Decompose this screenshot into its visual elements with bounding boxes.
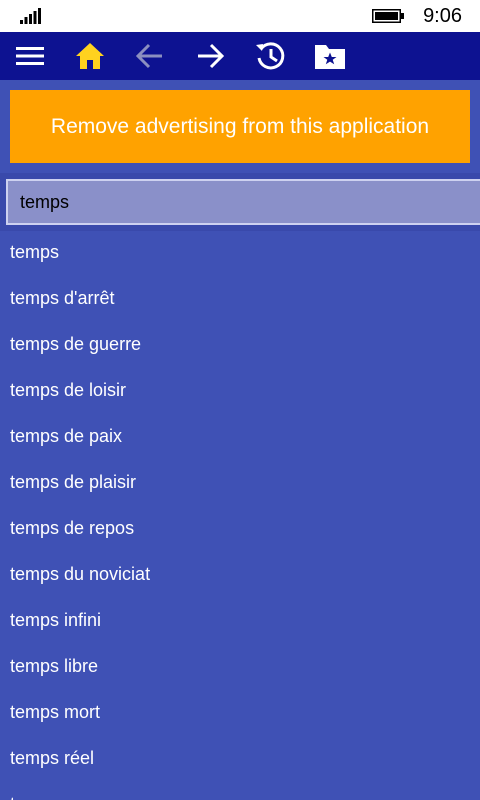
list-item[interactable]: temps... — [0, 781, 480, 800]
history-icon — [256, 42, 285, 70]
status-time: 9:06 — [423, 5, 462, 27]
list-item[interactable]: temps de loisir — [0, 367, 480, 413]
list-item[interactable]: temps — [0, 229, 480, 275]
forward-button[interactable] — [190, 36, 230, 76]
menu-button[interactable] — [10, 36, 50, 76]
battery-icon — [372, 9, 404, 23]
list-item[interactable]: temps mort — [0, 689, 480, 735]
hamburger-menu-icon — [16, 47, 44, 65]
back-button[interactable] — [130, 36, 170, 76]
history-button[interactable] — [250, 36, 290, 76]
status-bar: 9:06 — [0, 0, 480, 32]
app-bar — [0, 32, 480, 80]
list-item[interactable]: temps du noviciat — [0, 551, 480, 597]
remove-ads-banner[interactable]: Remove advertising from this application — [10, 90, 470, 163]
folder-star-icon — [315, 45, 345, 69]
search-bar — [0, 173, 480, 231]
signal-icon — [20, 8, 41, 24]
results-list[interactable]: temps temps d'arrêt temps de guerre temps d… — [0, 229, 480, 800]
arrow-right-icon — [198, 43, 224, 69]
list-item[interactable]: temps de guerre — [0, 321, 480, 367]
favorites-button[interactable] — [310, 36, 350, 76]
home-button[interactable] — [70, 36, 110, 76]
main-content: Remove advertising from this application… — [0, 80, 480, 800]
list-item[interactable]: temps d'arrêt — [0, 275, 480, 321]
home-icon — [76, 43, 104, 69]
list-item[interactable]: temps réel — [0, 735, 480, 781]
list-item[interactable]: temps de repos — [0, 505, 480, 551]
search-input[interactable] — [6, 179, 480, 225]
list-item[interactable]: temps libre — [0, 643, 480, 689]
arrow-left-icon — [136, 43, 162, 69]
list-item[interactable]: temps de plaisir — [0, 459, 480, 505]
list-item[interactable]: temps de paix — [0, 413, 480, 459]
list-item[interactable]: temps infini — [0, 597, 480, 643]
